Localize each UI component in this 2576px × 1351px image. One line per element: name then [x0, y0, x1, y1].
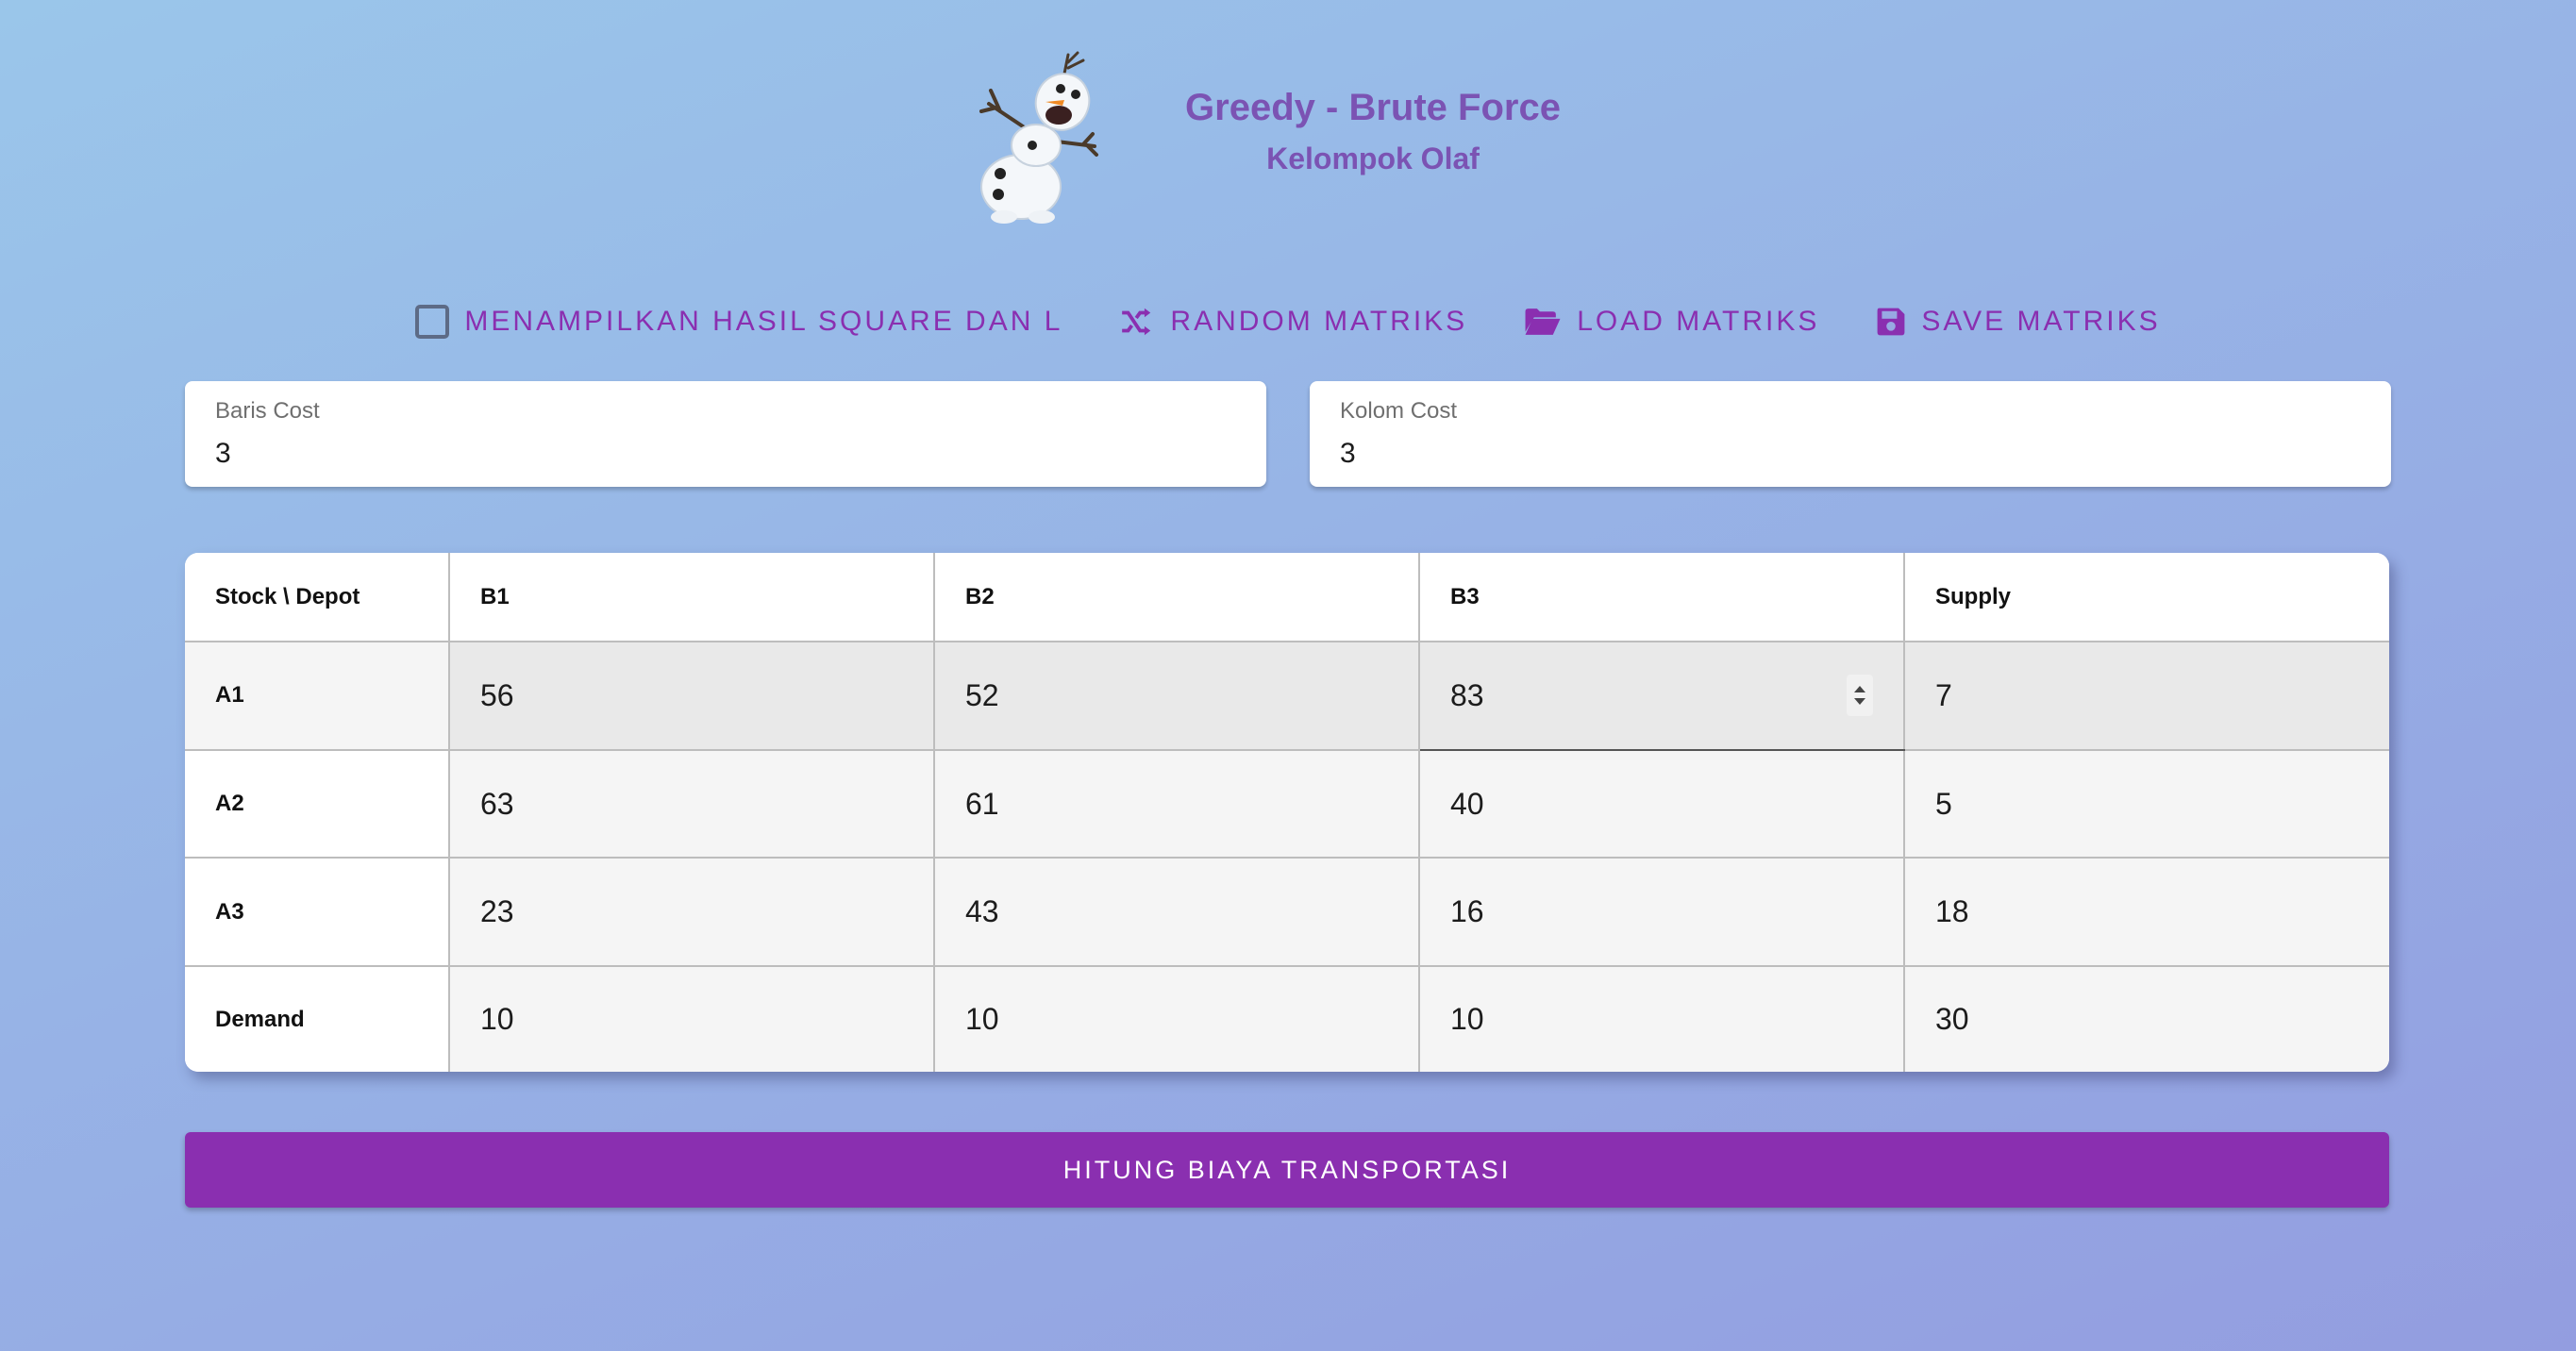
app-title: Greedy - Brute Force [1185, 87, 1561, 128]
cell-a2-b2[interactable]: 61 [933, 748, 1420, 859]
cell-a2-b1[interactable]: 63 [448, 748, 935, 859]
cell-a3-supply[interactable]: 18 [1903, 857, 2389, 968]
save-matrix-button[interactable]: Save Matriks [1876, 306, 2160, 338]
table-row: A1 56 52 83 7 [185, 641, 2389, 751]
checkbox-icon[interactable] [415, 305, 450, 339]
table-row: A3 23 43 16 18 [185, 857, 2389, 968]
header-b2: B2 [933, 553, 1420, 642]
floppy-disk-icon [1877, 308, 1905, 336]
cell-a3-b1[interactable]: 23 [448, 857, 935, 968]
cell-a1-supply[interactable]: 7 [1903, 641, 2389, 751]
rows-cost-input[interactable]: 3 [215, 438, 1236, 470]
row-label-demand: Demand [185, 965, 450, 1072]
cell-a1-b2[interactable]: 52 [933, 641, 1420, 751]
rows-cost-label: Baris Cost [215, 398, 320, 424]
cell-a2-supply[interactable]: 5 [1903, 748, 2389, 859]
cell-demand-total[interactable]: 30 [1903, 965, 2389, 1072]
cell-a3-b2[interactable]: 43 [933, 857, 1420, 968]
cost-matrix-table: Stock \ Depot B1 B2 B3 Supply A1 56 52 8… [185, 553, 2389, 1072]
show-result-toggle[interactable]: Menampilkan Hasil Square dan L [415, 305, 1062, 339]
load-matrix-button[interactable]: Load Matriks [1524, 306, 1819, 338]
cell-a1-b3[interactable]: 83 [1418, 641, 1905, 751]
row-label-a2: A2 [185, 748, 450, 859]
cell-a3-b3[interactable]: 16 [1418, 857, 1905, 968]
compute-transport-cost-button[interactable]: HITUNG BIAYA TRANSPORTASI [185, 1132, 2389, 1208]
cell-demand-b2[interactable]: 10 [933, 965, 1420, 1072]
header-b3: B3 [1418, 553, 1905, 642]
show-result-label: Menampilkan Hasil Square dan L [464, 306, 1063, 337]
shuffle-icon [1122, 308, 1151, 336]
decrement-arrow-icon[interactable] [1854, 698, 1865, 706]
cols-cost-label: Kolom Cost [1340, 398, 1458, 424]
number-spinner[interactable] [1847, 675, 1873, 717]
table-row: Demand 10 10 10 30 [185, 965, 2389, 1072]
header-b1: B1 [448, 553, 935, 642]
save-matrix-label: Save Matriks [1921, 306, 2161, 337]
table-row: A2 63 61 40 5 [185, 748, 2389, 859]
row-label-a1: A1 [185, 641, 450, 751]
random-matrix-button[interactable]: Random Matriks [1119, 306, 1467, 338]
table-header-row: Stock \ Depot B1 B2 B3 Supply [185, 553, 2389, 642]
cols-cost-input[interactable]: 3 [1340, 438, 2361, 470]
cell-demand-b3[interactable]: 10 [1418, 965, 1905, 1072]
load-matrix-label: Load Matriks [1577, 306, 1820, 337]
random-matrix-label: Random Matriks [1170, 306, 1468, 337]
header: Greedy - Brute Force Kelompok Olaf [962, 47, 1623, 226]
toolbar: Menampilkan Hasil Square dan L Random Ma… [0, 297, 2576, 346]
folder-open-icon [1525, 309, 1561, 335]
app-subtitle: Kelompok Olaf [1266, 142, 1480, 175]
increment-arrow-icon[interactable] [1854, 686, 1865, 693]
row-label-a3: A3 [185, 857, 450, 968]
header-stock-depot: Stock \ Depot [185, 553, 450, 642]
cell-a1-b1[interactable]: 56 [448, 641, 935, 751]
rows-cost-field[interactable]: Baris Cost 3 [185, 381, 1266, 487]
cols-cost-field[interactable]: Kolom Cost 3 [1310, 381, 2391, 487]
olaf-snowman-icon [979, 51, 1098, 224]
cell-a2-b3[interactable]: 40 [1418, 748, 1905, 859]
header-supply: Supply [1903, 553, 2389, 642]
cell-a1-b3-value[interactable]: 83 [1450, 678, 1484, 712]
cell-demand-b1[interactable]: 10 [448, 965, 935, 1072]
